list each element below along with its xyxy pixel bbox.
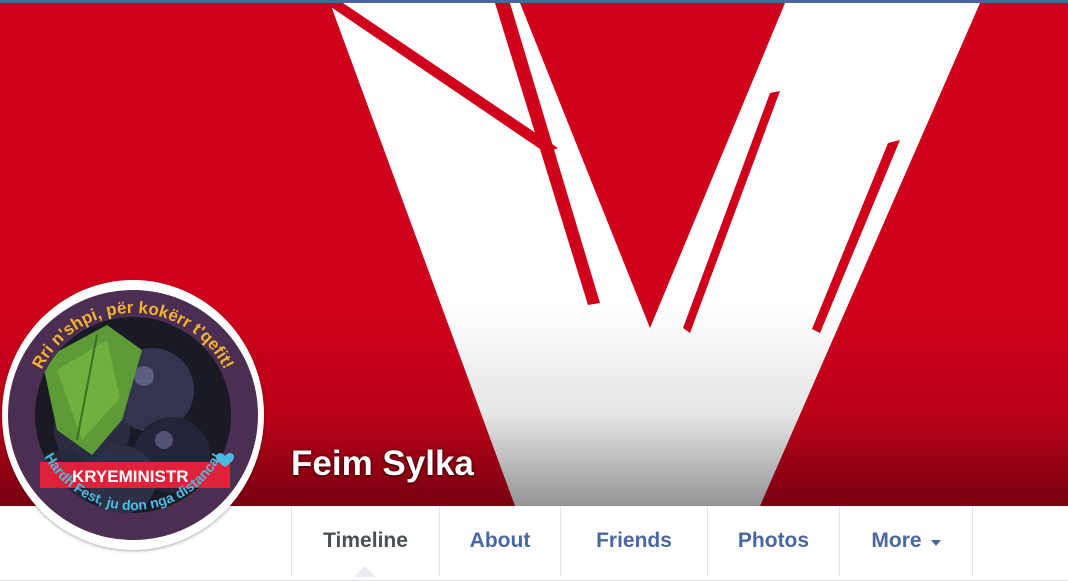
tab-friends-label: Friends — [596, 529, 672, 552]
tab-timeline-label: Timeline — [323, 529, 408, 552]
profile-picture[interactable]: KRYEMINISTR Rri n'shpi, për kokërr t'qef… — [2, 280, 264, 550]
profile-picture-graphic: KRYEMINISTR Rri n'shpi, për kokërr t'qef… — [8, 290, 258, 540]
tab-photos-label: Photos — [737, 529, 810, 552]
tab-timeline[interactable]: Timeline — [292, 506, 440, 577]
profile-tabs: Timeline About Friends Photos More — [291, 506, 973, 577]
tab-more-label: More — [871, 529, 922, 552]
tab-about[interactable]: About — [440, 506, 561, 576]
tab-photos[interactable]: Photos — [708, 506, 840, 576]
active-tab-indicator — [354, 566, 376, 577]
avatar-ribbon-text: KRYEMINISTR — [72, 467, 189, 486]
profile-name[interactable]: Feim Sylka — [291, 444, 474, 484]
tab-about-label: About — [469, 529, 531, 552]
caret-down-icon — [930, 539, 941, 546]
tab-more[interactable]: More — [840, 506, 973, 576]
tab-friends[interactable]: Friends — [561, 506, 708, 576]
